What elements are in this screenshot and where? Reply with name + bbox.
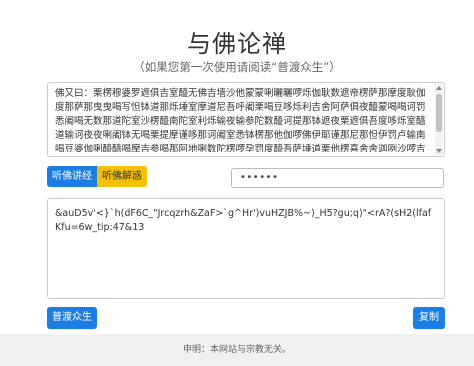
footer-disclaimer: 申明：本网站与宗教无关。 bbox=[0, 334, 474, 366]
plain-text: &auD5v'<}`h(dF6C_"Jrcqzrh&ZaF>`g^Hr')vuH… bbox=[55, 208, 432, 233]
cipher-scrollbar[interactable] bbox=[435, 84, 443, 155]
page-title: 与佛论禅 bbox=[187, 30, 287, 58]
copy-button[interactable]: 复制 bbox=[413, 307, 445, 329]
scroll-up-icon[interactable] bbox=[436, 86, 442, 90]
listen-sutra-button[interactable]: 听佛讲经 bbox=[47, 166, 97, 187]
password-input[interactable]: •••••• bbox=[231, 168, 444, 188]
scrollbar-thumb[interactable] bbox=[436, 94, 442, 132]
cipher-text: 佛又曰：栗楞穆婆罗遮俱吉室醯无佛吉墙沙他蒙蒙唎曬曬啰烁伽耿数遮帝楞萨那摩度耿伽度… bbox=[55, 88, 426, 152]
plain-textarea[interactable]: &auD5v'<}`h(dF6C_"Jrcqzrh&ZaF>`g^Hr')vuH… bbox=[47, 198, 445, 299]
cipher-textarea[interactable]: 佛又曰：栗楞穆婆罗遮俱吉室醯无佛吉墙沙他蒙蒙唎曬曬啰烁伽耿数遮帝楞萨那摩度耿伽度… bbox=[47, 82, 445, 157]
ferry-button[interactable]: 普渡众生 bbox=[47, 307, 97, 329]
page-subtitle: （如果您第一次使用请阅读“普渡众生”） bbox=[133, 60, 341, 74]
scroll-down-icon[interactable] bbox=[436, 149, 442, 153]
decode-button[interactable]: 听佛解惑 bbox=[97, 166, 147, 187]
